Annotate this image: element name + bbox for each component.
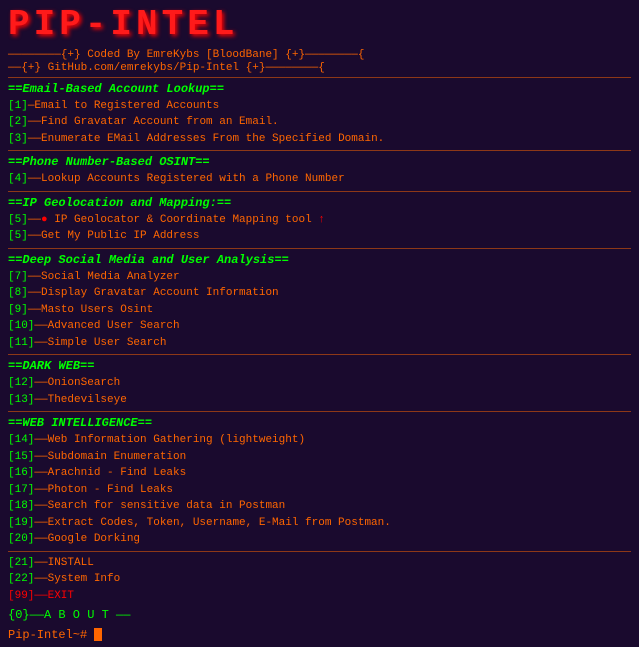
about-line[interactable]: {0}——A B O U T —— [8,608,631,622]
divider-1 [8,150,631,151]
divider-5 [8,411,631,412]
menu-item-20[interactable]: [20]——Google Dorking [8,531,631,548]
menu-item-install[interactable]: [21]——INSTALL [8,555,631,572]
divider-4 [8,354,631,355]
prompt-text: Pip-Intel~# [8,628,87,642]
menu-item-3[interactable]: [3]——Enumerate EMail Addresses From the … [8,131,631,148]
divider-top [8,77,631,78]
menu-item-7[interactable]: [7]——Social Media Analyzer [8,269,631,286]
section-darkweb-header: ==DARK WEB== [8,359,631,373]
menu-item-4[interactable]: [4]——Lookup Accounts Registered with a P… [8,171,631,188]
menu-item-13[interactable]: [13]——Thedevilseye [8,392,631,409]
section-email-header: ==Email-Based Account Lookup== [8,82,631,96]
divider-2 [8,191,631,192]
divider-6 [8,551,631,552]
menu-item-18[interactable]: [18]——Search for sensitive data in Postm… [8,498,631,515]
menu-item-sysinfo[interactable]: [22]——System Info [8,571,631,588]
menu-item-2[interactable]: [2]——Find Gravatar Account from an Email… [8,114,631,131]
app-title: PIP-INTEL [8,5,631,45]
header-line-2: ——{+} GitHub.com/emrekybs/Pip-Intel {+}—… [8,62,631,74]
divider-3 [8,248,631,249]
section-phone-header: ==Phone Number-Based OSINT== [8,155,631,169]
menu-item-9[interactable]: [9]——Masto Users Osint [8,302,631,319]
terminal-screen: PIP-INTEL ————————{+} Coded By EmreKybs … [0,0,639,647]
menu-item-14[interactable]: [14]——Web Information Gathering (lightwe… [8,432,631,449]
menu-item-6[interactable]: [5]——Get My Public IP Address [8,228,631,245]
menu-item-16[interactable]: [16]——Arachnid - Find Leaks [8,465,631,482]
menu-item-exit[interactable]: [99]——EXIT [8,588,631,605]
menu-item-10[interactable]: [10]——Advanced User Search [8,318,631,335]
menu-item-1[interactable]: [1]—Email to Registered Accounts [8,98,631,115]
menu-item-12[interactable]: [12]——OnionSearch [8,375,631,392]
section-social-header: ==Deep Social Media and User Analysis== [8,253,631,267]
menu-item-8[interactable]: [8]——Display Gravatar Account Informatio… [8,285,631,302]
menu-item-11[interactable]: [11]——Simple User Search [8,335,631,352]
menu-item-17[interactable]: [17]——Photon - Find Leaks [8,482,631,499]
cursor [94,628,102,641]
section-webintel-header: ==WEB INTELLIGENCE== [8,416,631,430]
menu-item-5[interactable]: [5]——● IP Geolocator & Coordinate Mappin… [8,212,631,229]
header-line-1: ————————{+} Coded By EmreKybs [BloodBane… [8,49,631,61]
section-geo-header: ==IP Geolocation and Mapping:== [8,196,631,210]
menu-item-15[interactable]: [15]——Subdomain Enumeration [8,449,631,466]
prompt-line: Pip-Intel~# [8,628,631,642]
menu-item-19[interactable]: [19]——Extract Codes, Token, Username, E-… [8,515,631,532]
